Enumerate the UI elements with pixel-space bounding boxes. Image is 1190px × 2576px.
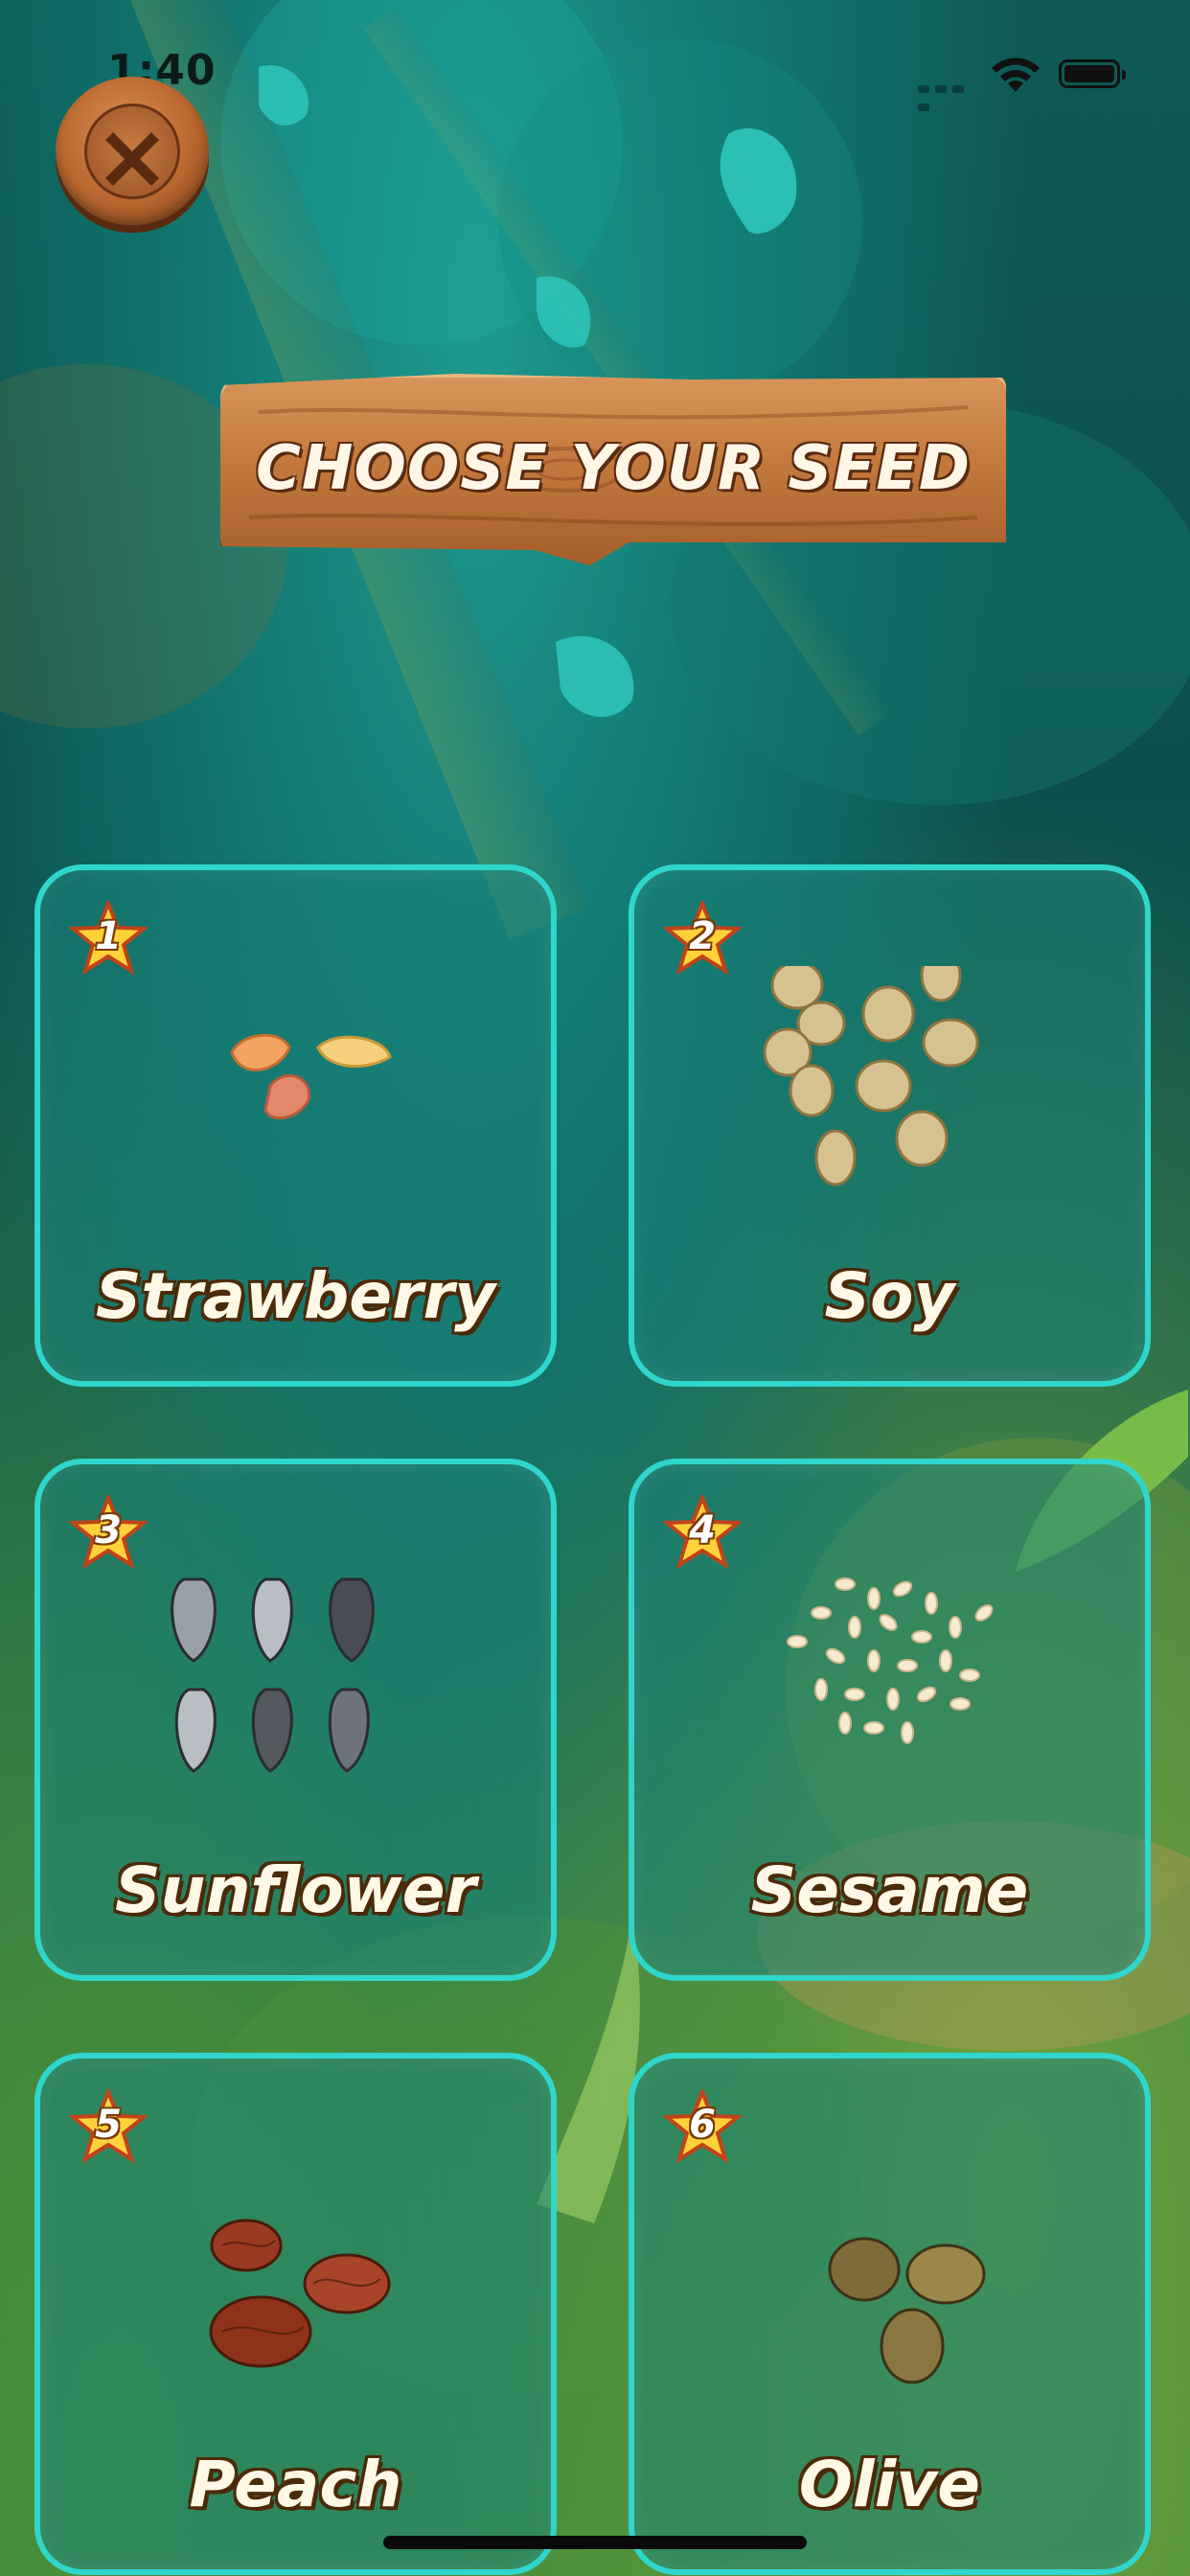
title-sign: CHOOSE YOUR SEED xyxy=(220,374,1006,594)
level-star: 1 xyxy=(69,901,148,976)
peach-seeds-icon xyxy=(136,2154,467,2394)
seed-number: 4 xyxy=(689,1508,716,1552)
level-star: 3 xyxy=(69,1495,148,1570)
cellular-signal-icon xyxy=(918,79,985,111)
level-star: 6 xyxy=(663,2089,742,2164)
seed-number: 3 xyxy=(95,1508,122,1552)
page-title: CHOOSE YOUR SEED xyxy=(255,433,972,504)
seed-card-peach[interactable]: 5 Peach xyxy=(34,2053,557,2575)
seed-name: Strawberry xyxy=(95,1259,496,1333)
seed-name: Sesame xyxy=(750,1853,1029,1927)
seed-card-soy[interactable]: 2 Soy xyxy=(629,864,1151,1387)
olive-seeds-icon xyxy=(730,2154,1061,2394)
seed-name: Soy xyxy=(824,1259,955,1333)
seed-name: Sunflower xyxy=(114,1853,477,1927)
seed-card-olive[interactable]: 6 Olive xyxy=(629,2053,1151,2575)
soy-seeds-icon xyxy=(730,949,1061,1206)
close-icon xyxy=(105,132,159,186)
close-button[interactable] xyxy=(56,77,209,225)
wifi-icon xyxy=(987,56,1044,98)
seed-name: Olive xyxy=(798,2448,981,2521)
seed-number: 1 xyxy=(95,914,122,958)
seed-card-sunflower[interactable]: 3 Sunflower xyxy=(34,1459,557,1981)
seed-number: 5 xyxy=(95,2103,122,2147)
seed-card-sesame[interactable]: 4 Sesame xyxy=(629,1459,1151,1981)
battery-icon xyxy=(1059,59,1126,88)
level-star: 5 xyxy=(69,2089,148,2164)
home-indicator[interactable] xyxy=(383,2536,807,2549)
seed-number: 6 xyxy=(689,2103,716,2147)
strawberry-seeds-icon xyxy=(136,966,467,1206)
seed-number: 2 xyxy=(689,914,716,958)
level-star: 2 xyxy=(663,901,742,976)
sesame-seeds-icon xyxy=(730,1560,1061,1800)
seed-card-strawberry[interactable]: 1 Strawberry xyxy=(34,864,557,1387)
level-star: 4 xyxy=(663,1495,742,1570)
sunflower-seeds-icon xyxy=(136,1560,467,1800)
seed-name: Peach xyxy=(189,2448,402,2521)
